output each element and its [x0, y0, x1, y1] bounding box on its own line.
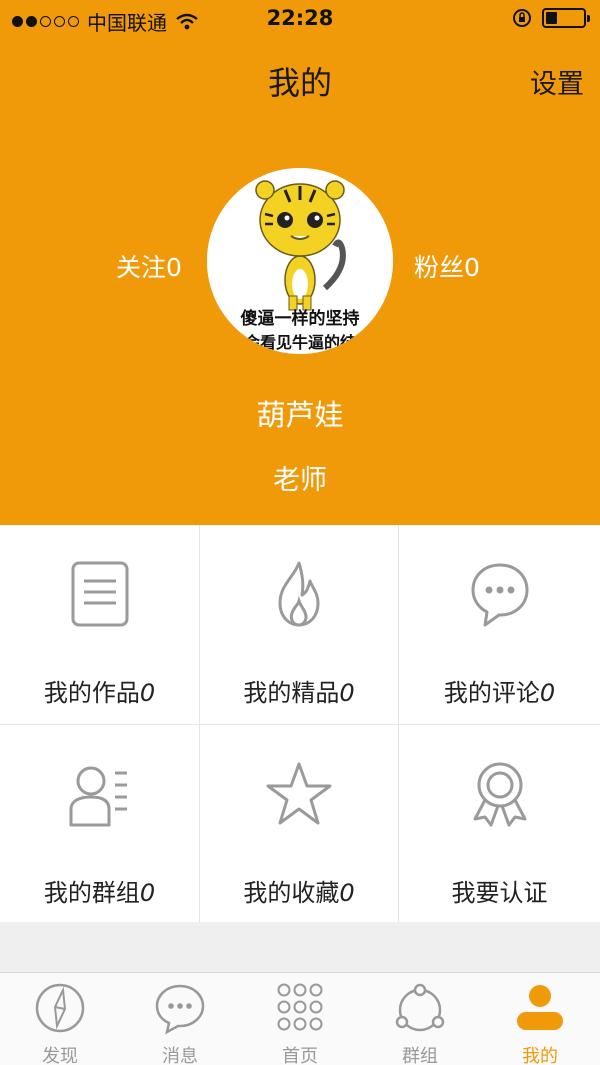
group-list-icon [69, 766, 127, 827]
tab-messages-label: 消息 [162, 1046, 198, 1065]
page-title: 我的 [267, 64, 332, 102]
tab-groups-label: 群组 [402, 1046, 438, 1065]
my-featured-button[interactable]: 我的精品0 [200, 525, 399, 724]
profile-header: 中国联通 22:28 我的 设置 关注0 粉丝0 傻逼一样的坚持 会看见牛逼的结… [0, 0, 600, 525]
rotation-lock-icon [513, 9, 531, 27]
settings-button[interactable]: 设置 [530, 62, 584, 101]
tab-home[interactable]: 首页 [240, 973, 360, 1065]
star-icon [266, 762, 332, 825]
my-comments-button[interactable]: 我的评论0 [399, 525, 600, 724]
chat-bubble-icon [471, 563, 528, 627]
status-time: 22:28 [266, 6, 334, 30]
username: 葫芦娃 [256, 398, 344, 432]
my-groups-label: 我的群组 [43, 879, 140, 907]
user-role: 老师 [273, 465, 327, 496]
follow-count[interactable]: 关注0 [116, 248, 182, 284]
my-favorites-button[interactable]: 我的收藏0 [200, 725, 399, 922]
my-featured-count: 0 [339, 679, 355, 707]
my-comments-count: 0 [539, 679, 556, 707]
verify-button[interactable]: 我要认证 [399, 725, 600, 922]
my-featured-label: 我的精品 [243, 679, 340, 707]
grid-dots-icon [277, 983, 323, 1031]
verify-label: 我要认证 [451, 879, 548, 907]
tab-bar: 发现 消息 首页 群组 我的 [0, 972, 600, 1065]
tab-profile[interactable]: 我的 [480, 973, 600, 1065]
group-circle-icon [395, 983, 445, 1032]
badge-icon [473, 762, 526, 827]
my-groups-button[interactable]: 我的群组0 [0, 725, 200, 922]
my-works-count: 0 [139, 679, 156, 707]
avatar-caption-1: 傻逼一样的坚持 [241, 308, 360, 329]
compass-icon [35, 983, 85, 1033]
flame-icon [278, 561, 320, 627]
avatar-caption-2: 会看见牛逼的结 [244, 333, 356, 352]
fans-count[interactable]: 粉丝0 [414, 248, 480, 284]
tab-groups[interactable]: 群组 [360, 973, 480, 1065]
avatar[interactable]: 傻逼一样的坚持 会看见牛逼的结 [207, 168, 393, 354]
my-groups-count: 0 [139, 879, 156, 907]
battery-icon [542, 8, 590, 28]
my-favorites-count: 0 [339, 879, 355, 907]
person-icon [517, 985, 563, 1030]
my-favorites-label: 我的收藏 [243, 879, 340, 907]
tab-discover-label: 发现 [42, 1046, 78, 1065]
tab-discover[interactable]: 发现 [0, 973, 120, 1065]
feature-grid: 我的作品0 我的精品0 我的评论0 我的群组0 我的收藏0 我要认证 [0, 525, 600, 922]
status-bar: 中国联通 22:28 [0, 0, 600, 40]
my-works-button[interactable]: 我的作品0 [0, 525, 200, 724]
tab-messages[interactable]: 消息 [120, 973, 240, 1065]
tab-home-label: 首页 [282, 1046, 318, 1065]
my-works-label: 我的作品 [43, 679, 140, 707]
document-icon [71, 561, 128, 627]
message-icon [155, 984, 205, 1034]
my-comments-label: 我的评论 [443, 679, 540, 707]
tab-profile-label: 我的 [522, 1046, 558, 1065]
